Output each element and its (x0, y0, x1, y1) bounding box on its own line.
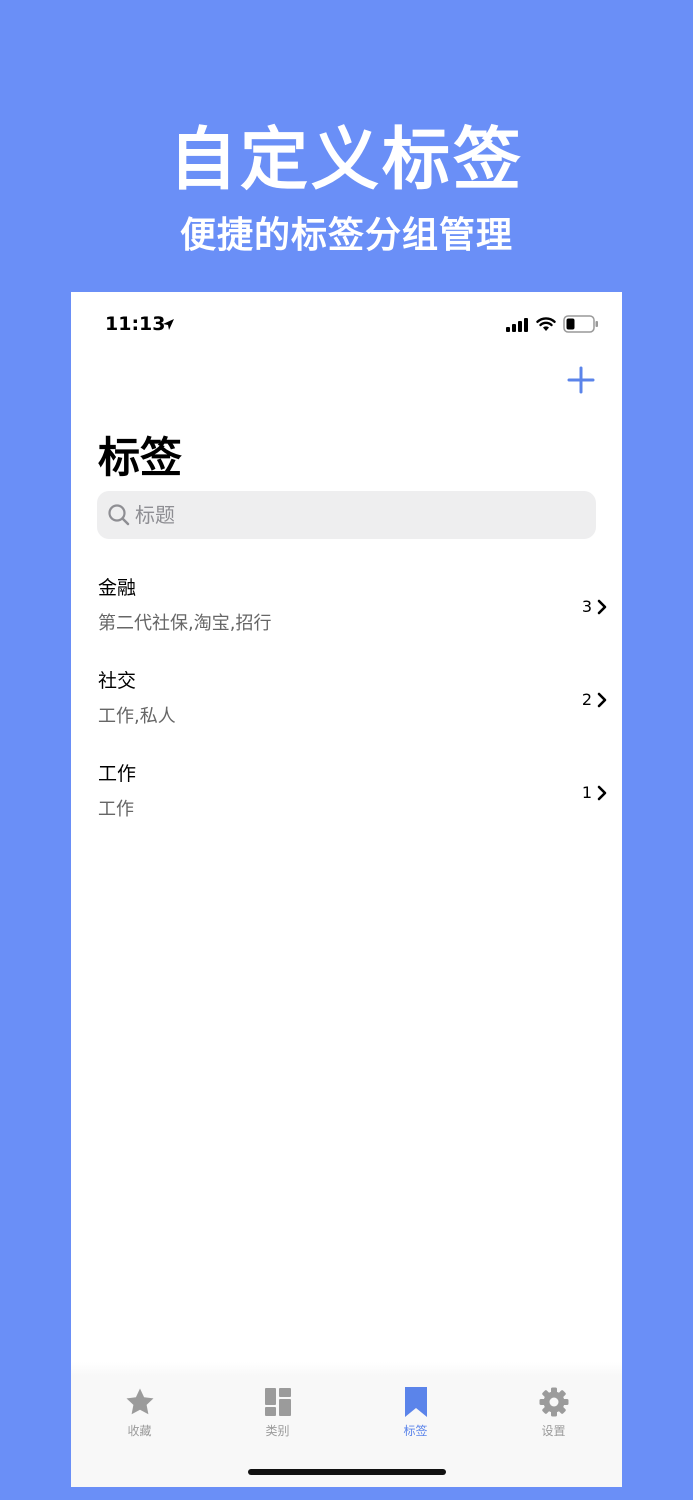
tag-members: 工作,私人 (98, 706, 176, 727)
cellular-signal-icon (506, 318, 528, 332)
bookmark-icon (404, 1387, 427, 1417)
tag-row-finance[interactable]: 金融 第二代社保,淘宝,招行 3 (71, 560, 622, 653)
tab-favorites[interactable]: 收藏 (71, 1386, 208, 1446)
tag-count: 2 (581, 690, 592, 709)
home-indicator (248, 1469, 446, 1475)
chevron-right-icon (597, 599, 607, 615)
tag-row-social[interactable]: 社交 工作,私人 2 (71, 653, 622, 746)
tab-label: 标签 (403, 1424, 428, 1438)
add-tag-button[interactable] (565, 364, 597, 396)
tab-tags[interactable]: 标签 (347, 1386, 484, 1446)
tag-row-work[interactable]: 工作 工作 1 (71, 746, 622, 839)
chevron-right-icon (597, 692, 607, 708)
category-icon (264, 1388, 291, 1416)
phone-screen: 11:13 标签 标题 金融 第二代社保,淘宝,招行 3 社交 工作,私人 2 … (71, 292, 622, 1487)
tag-name: 金融 (98, 577, 137, 599)
tab-label: 设置 (541, 1424, 566, 1438)
battery-icon (563, 315, 598, 333)
plus-icon (567, 366, 595, 394)
wifi-icon (536, 317, 556, 331)
tag-members: 工作 (98, 799, 134, 820)
star-icon (126, 1388, 153, 1415)
tag-name: 工作 (98, 763, 137, 785)
tab-categories[interactable]: 类别 (209, 1386, 346, 1446)
search-icon (108, 504, 130, 526)
search-input[interactable] (135, 491, 575, 539)
promo-title: 自定义标签 (168, 121, 524, 200)
search-bar[interactable] (97, 491, 596, 539)
tab-label: 类别 (265, 1424, 290, 1438)
gear-icon (539, 1387, 568, 1417)
tab-label: 收藏 (127, 1424, 152, 1438)
status-time: 11:13 (105, 313, 166, 335)
tab-settings[interactable]: 设置 (485, 1386, 622, 1446)
tag-members: 第二代社保,淘宝,招行 (98, 613, 272, 634)
tag-list: 金融 第二代社保,淘宝,招行 3 社交 工作,私人 2 工作 工作 1 (71, 560, 622, 839)
chevron-right-icon (597, 785, 607, 801)
location-arrow-icon (163, 319, 174, 330)
tag-name: 社交 (98, 670, 137, 692)
tag-count: 1 (581, 783, 592, 802)
page-title: 标签 (98, 433, 183, 482)
status-bar: 11:13 (71, 292, 622, 356)
promo-subtitle: 便捷的标签分组管理 (179, 215, 513, 256)
tag-count: 3 (581, 597, 592, 616)
